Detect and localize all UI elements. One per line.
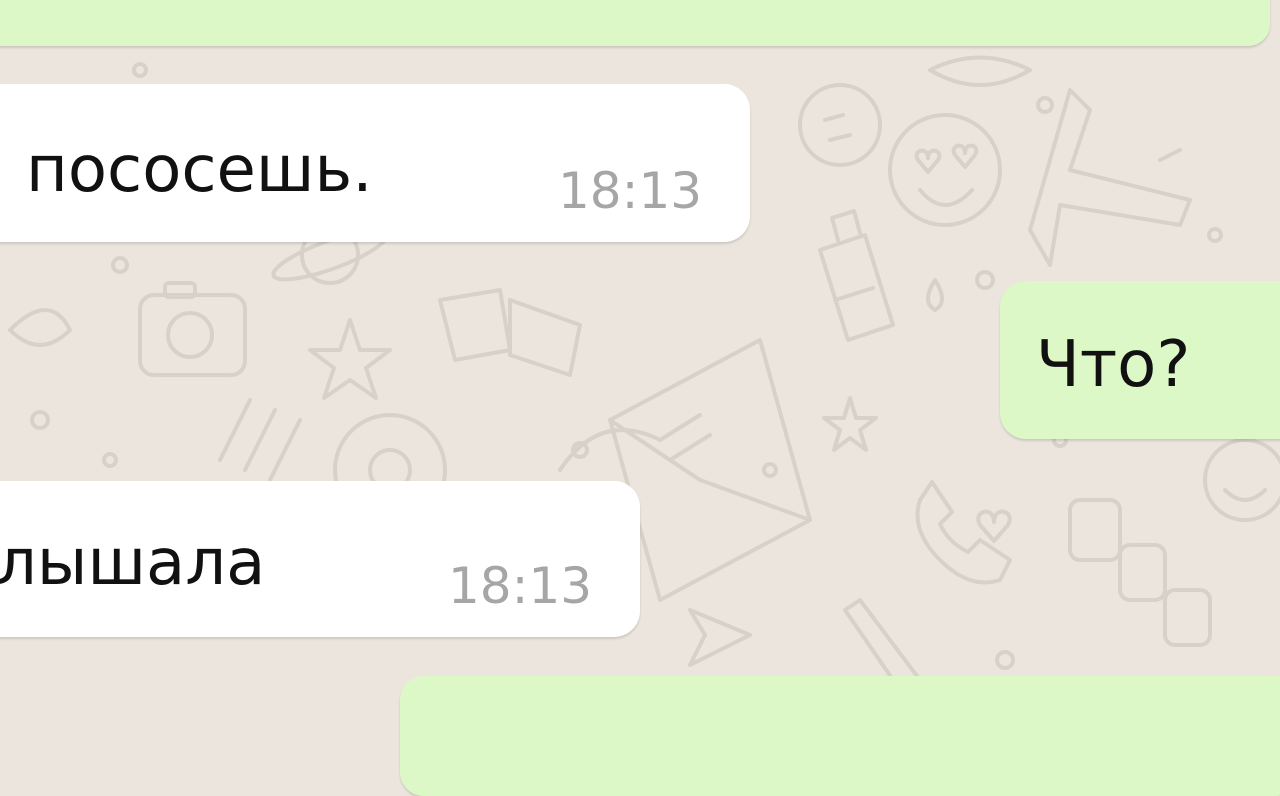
lips-doodle-icon xyxy=(928,55,1032,87)
message-bubble-outgoing[interactable]: Что? xyxy=(1000,281,1280,439)
star-doodle-icon xyxy=(308,318,392,400)
star-doodle-icon xyxy=(822,396,878,452)
drop-doodle-icon xyxy=(926,278,944,312)
bff-doodle-icon xyxy=(1068,498,1212,647)
sunglasses-doodle-icon xyxy=(438,288,582,377)
smiley-doodle-icon xyxy=(798,83,882,167)
bottle-doodle-icon xyxy=(818,209,895,342)
message-bubble-incoming[interactable]: пососешь. 18:13 xyxy=(0,84,750,242)
pencil-doodle-icon xyxy=(218,398,302,482)
phone-doodle-icon xyxy=(915,480,1012,585)
heart-eyes-emoji-doodle-icon xyxy=(888,113,1002,227)
smiley-doodle-icon xyxy=(1203,438,1280,522)
heart-doodle-icon xyxy=(976,509,1012,543)
message-text: лышала xyxy=(0,526,266,600)
camera-doodle-icon xyxy=(138,281,247,377)
leaf-doodle-icon xyxy=(8,308,72,347)
message-bubble-outgoing[interactable] xyxy=(400,676,1280,796)
envelope-doodle-icon xyxy=(608,338,812,602)
paper-plane-doodle-icon xyxy=(688,608,752,667)
airplane-doodle-icon xyxy=(1028,88,1192,267)
message-bubble-outgoing[interactable] xyxy=(0,0,1270,46)
message-bubble-incoming[interactable]: лышала 18:13 xyxy=(0,481,640,637)
arc-doodle-icon xyxy=(558,428,662,472)
message-text: пососешь. xyxy=(26,133,373,207)
message-text: Что? xyxy=(1036,328,1191,402)
message-timestamp: 18:13 xyxy=(558,162,703,220)
message-timestamp: 18:13 xyxy=(448,557,593,615)
